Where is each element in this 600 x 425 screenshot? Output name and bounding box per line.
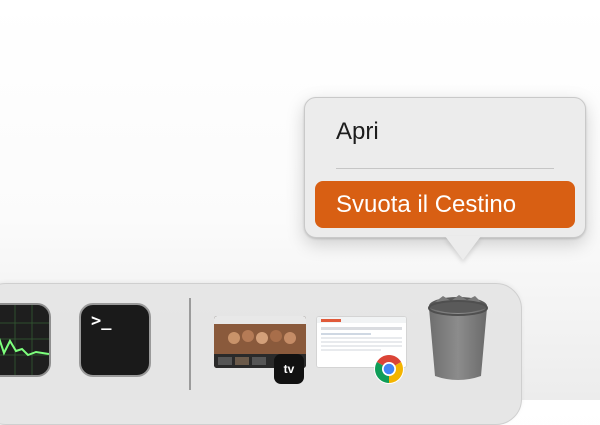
terminal-prompt-glyph: >_ xyxy=(91,311,112,331)
menu-item-empty-trash[interactable]: Svuota il Cestino xyxy=(315,181,575,228)
activity-monitor-icon[interactable] xyxy=(0,303,51,377)
dock-context-menu: Apri Svuota il Cestino xyxy=(304,97,586,238)
trash-icon[interactable] xyxy=(425,292,491,384)
terminal-icon[interactable]: >_ xyxy=(79,303,151,377)
dock-divider xyxy=(189,298,191,390)
apple-tv-icon: tv xyxy=(274,354,304,384)
menu-pointer-arrow xyxy=(445,236,481,260)
menu-item-open[interactable]: Apri xyxy=(336,118,379,146)
chrome-icon xyxy=(373,353,405,385)
apple-tv-badge-label: tv xyxy=(283,362,295,376)
menu-separator xyxy=(336,168,554,169)
